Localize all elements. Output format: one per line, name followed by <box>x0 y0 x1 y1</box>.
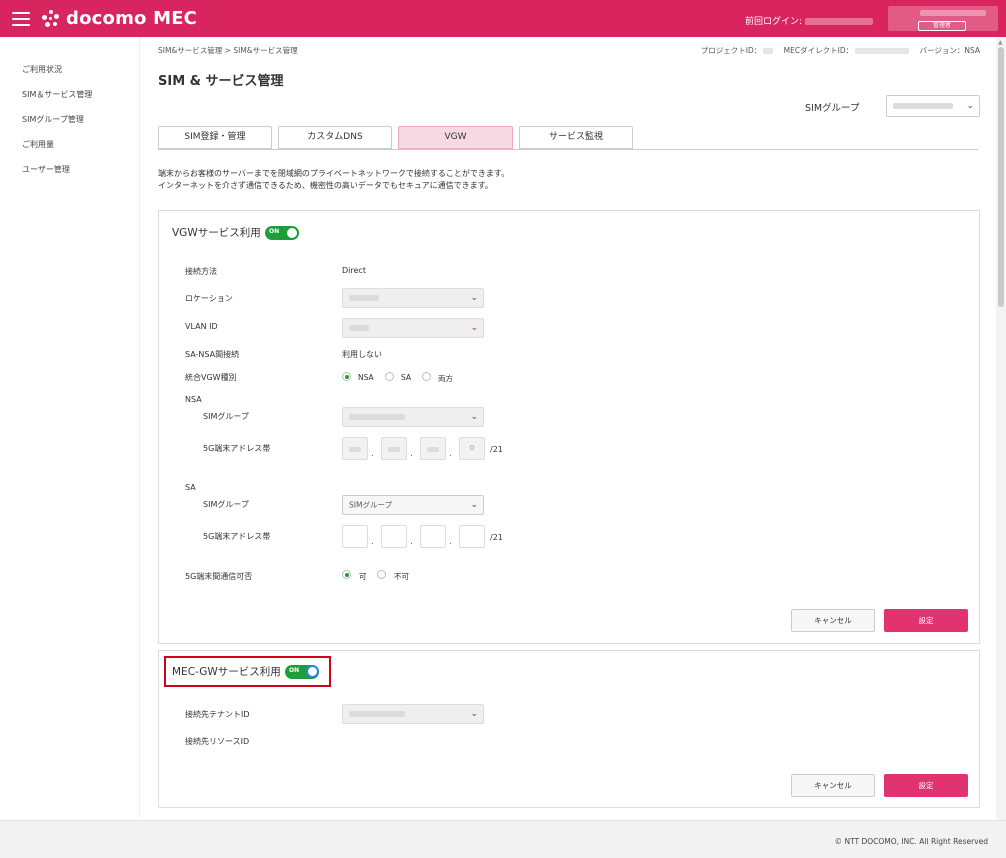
vgw-panel: VGWサービス利用 ON 接続方法 Direct ロケーション ⌄ VLAN I… <box>158 210 980 644</box>
copyright: © NTT DOCOMO, INC. All Right Reserved <box>834 837 988 846</box>
nsa-heading: NSA <box>185 395 202 404</box>
chevron-down-icon: ⌄ <box>470 323 478 333</box>
sidebar-item-usage-amount[interactable]: ご利用量 <box>22 139 54 150</box>
project-info: プロジェクトID： MECダイレクトID： バージョン：NSA <box>700 46 980 55</box>
nsa-ip-octet-2[interactable] <box>381 437 407 460</box>
chevron-down-icon: ⌄ <box>470 412 478 422</box>
connection-method-label: 接続方法 <box>185 267 217 276</box>
sa-nsa-label: SA-NSA間接続 <box>185 350 240 359</box>
vgw-cancel-button[interactable]: キャンセル <box>791 609 875 632</box>
vlan-select[interactable]: ⌄ <box>342 318 484 338</box>
radio-nsa-label: NSA <box>358 373 374 382</box>
highlight-box <box>164 656 331 687</box>
sa-ip-octet-2[interactable] <box>381 525 407 548</box>
radio-sa-label: SA <box>401 373 412 382</box>
chevron-down-icon: ⌄ <box>470 709 478 719</box>
sidebar-item-usage-status[interactable]: ご利用状況 <box>22 64 62 75</box>
chevron-down-icon: ⌄ <box>470 500 478 510</box>
sidebar-item-sim-service[interactable]: SIM＆サービス管理 <box>22 89 92 100</box>
radio-both-label: 両方 <box>438 374 453 383</box>
tenant-id-label: 接続先テナントID <box>185 710 250 719</box>
tenant-id-select[interactable]: ⌄ <box>342 704 484 724</box>
radio-nsa[interactable] <box>342 372 351 381</box>
nsa-sim-group-label: SIMグループ <box>203 412 249 421</box>
nsa-sim-group-select[interactable]: ⌄ <box>342 407 484 427</box>
radio-deny-label: 不可 <box>394 572 409 581</box>
location-label: ロケーション <box>185 294 233 303</box>
chevron-down-icon: ⌄ <box>470 293 478 303</box>
nsa-ip-octet-1[interactable] <box>342 437 368 460</box>
sidebar: ご利用状況 SIM＆サービス管理 SIMグループ管理 ご利用量 ユーザー管理 <box>0 37 140 817</box>
tab-service-monitoring[interactable]: サービス監視 <box>519 126 633 149</box>
sa-heading: SA <box>185 483 196 492</box>
sa-ip-octet-3[interactable] <box>420 525 446 548</box>
docomo-logo-icon <box>42 10 60 28</box>
radio-deny[interactable] <box>377 570 386 579</box>
sa-sim-group-select[interactable]: SIMグループ ⌄ <box>342 495 484 515</box>
sa-ip-octet-1[interactable] <box>342 525 368 548</box>
tab-bar: SIM登録・管理 カスタムDNS VGW サービス監視 <box>158 126 978 150</box>
sidebar-item-sim-group[interactable]: SIMグループ管理 <box>22 114 84 125</box>
footer: © NTT DOCOMO, INC. All Right Reserved <box>0 820 1006 858</box>
sidebar-item-user-management[interactable]: ユーザー管理 <box>22 164 70 175</box>
nsa-address-label: 5G端末アドレス帯 <box>203 444 271 453</box>
role-badge: 管理者 <box>918 21 966 31</box>
sa-ip-octet-4[interactable] <box>459 525 485 548</box>
chevron-down-icon: ⌄ <box>966 101 974 111</box>
resource-id-label: 接続先リソースID <box>185 737 250 746</box>
mec-cancel-button[interactable]: キャンセル <box>791 774 875 797</box>
inter-terminal-label: 5G端末間通信可否 <box>185 572 253 581</box>
location-select[interactable]: ⌄ <box>342 288 484 308</box>
tab-sim-registration[interactable]: SIM登録・管理 <box>158 126 272 149</box>
nsa-ip-octet-4[interactable]: 0 <box>459 437 485 460</box>
logo-text: docomo MEC <box>66 8 198 29</box>
radio-sa[interactable] <box>385 372 394 381</box>
last-login: 前回ログイン: <box>745 14 873 27</box>
radio-allow-label: 可 <box>359 572 367 581</box>
page-title: SIM & サービス管理 <box>158 74 284 89</box>
integrated-vgw-type-label: 統合VGW種別 <box>185 373 237 382</box>
sa-nsa-value: 利用しない <box>342 350 382 359</box>
vgw-panel-title: VGWサービス利用 <box>172 227 261 239</box>
sim-group-select[interactable]: ⌄ <box>886 95 980 117</box>
tab-custom-dns[interactable]: カスタムDNS <box>278 126 392 149</box>
tab-vgw[interactable]: VGW <box>398 126 513 149</box>
sa-prefix: /21 <box>490 533 503 542</box>
radio-allow[interactable] <box>342 570 351 579</box>
connection-method-value: Direct <box>342 266 366 275</box>
vgw-toggle[interactable]: ON <box>265 226 299 240</box>
sim-group-label: SIMグループ <box>805 103 860 114</box>
scroll-up-icon[interactable]: ▲ <box>998 39 1003 46</box>
scrollbar-thumb[interactable] <box>998 47 1004 307</box>
radio-both[interactable] <box>422 372 431 381</box>
scrollbar[interactable]: ▲ <box>996 37 1006 820</box>
breadcrumb: SIM&サービス管理 > SIM&サービス管理 <box>158 46 298 55</box>
mec-submit-button[interactable]: 設定 <box>884 774 968 797</box>
menu-icon[interactable] <box>12 12 30 26</box>
nsa-prefix: /21 <box>490 445 503 454</box>
vgw-submit-button[interactable]: 設定 <box>884 609 968 632</box>
top-bar: docomo MEC 前回ログイン: 管理者 <box>0 0 1006 37</box>
sa-address-label: 5G端末アドレス帯 <box>203 532 271 541</box>
nsa-ip-octet-3[interactable] <box>420 437 446 460</box>
description: 端末からお客様のサーバーまでを閉域網のプライベートネットワークで接続することがで… <box>158 169 510 190</box>
sa-sim-group-label: SIMグループ <box>203 500 249 509</box>
vlan-label: VLAN ID <box>185 322 218 331</box>
